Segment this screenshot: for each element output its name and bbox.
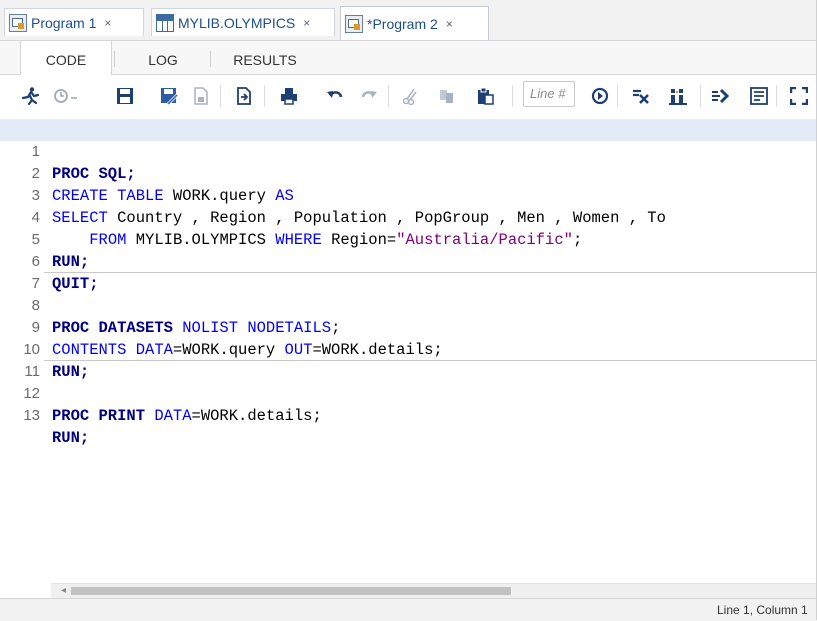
toolbar-separator: [776, 85, 777, 107]
maximize-icon[interactable]: [790, 85, 817, 107]
cut-icon[interactable]: [400, 85, 422, 107]
copy-icon[interactable]: [436, 85, 458, 107]
tab-label: Program 1: [31, 14, 97, 31]
program-icon: [345, 14, 363, 33]
close-icon[interactable]: ×: [446, 17, 453, 31]
horizontal-scrollbar[interactable]: ◂: [51, 583, 817, 598]
scroll-left-icon[interactable]: ◂: [61, 585, 66, 596]
tab-label: *Program 2: [367, 15, 438, 32]
editor-toolbar: Line #: [0, 75, 817, 118]
program-icon: [9, 13, 27, 32]
tab-log[interactable]: LOG: [128, 41, 198, 74]
code-line[interactable]: 5 RUN;: [0, 207, 817, 271]
save-icon[interactable]: [114, 85, 136, 107]
close-icon[interactable]: ×: [104, 16, 111, 30]
collapse-icon[interactable]: [748, 85, 770, 107]
toolbar-separator: [700, 85, 701, 107]
close-icon[interactable]: ×: [303, 16, 310, 30]
tab-program-1[interactable]: Program 1 ×: [4, 8, 144, 36]
toolbar-separator: [617, 85, 618, 107]
format-icon[interactable]: [668, 85, 690, 107]
table-icon: [156, 13, 174, 32]
status-bar: Line 1, Column 1: [0, 598, 817, 621]
new-icon[interactable]: [190, 85, 212, 107]
code-editor[interactable]: 1 PROC SQL; 2 CREATE TABLE WORK.query AS…: [0, 117, 817, 583]
code-line[interactable]: 8 PROC DATASETS NOLIST NODETAILS;: [0, 273, 817, 337]
scrollbar-thumb[interactable]: [71, 587, 511, 595]
code-token: RUN;: [52, 429, 90, 447]
code-line[interactable]: 3 SELECT Country , Region , Population ,…: [0, 163, 817, 227]
code-line[interactable]: 9 CONTENTS DATA=WORK.query OUT=WORK.deta…: [0, 295, 817, 359]
run-icon[interactable]: [20, 85, 42, 107]
code-line[interactable]: 12 PROC PRINT DATA=WORK.details;: [0, 361, 817, 425]
code-line[interactable]: 4 FROM MYLIB.OLYMPICS WHERE Region="Aust…: [0, 185, 817, 249]
code-token: PROC PRINT: [52, 407, 146, 425]
history-icon[interactable]: [50, 85, 80, 107]
code-token: DATA: [145, 407, 192, 425]
document-tab-bar: Program 1 × MYLIB.OLYMPICS × *Program 2 …: [0, 0, 817, 41]
tab-code[interactable]: CODE: [20, 41, 112, 75]
code-line[interactable]: 13 RUN;: [0, 383, 817, 447]
toolbar-separator: [512, 85, 513, 107]
code-line[interactable]: 2 CREATE TABLE WORK.query AS: [0, 141, 817, 205]
clear-icon[interactable]: [630, 85, 652, 107]
code-line[interactable]: 1 PROC SQL;: [0, 119, 817, 183]
tab-label: MYLIB.OLYMPICS: [178, 14, 296, 31]
print-icon[interactable]: [278, 85, 300, 107]
import-icon[interactable]: [234, 85, 256, 107]
goto-line-icon[interactable]: [589, 85, 611, 107]
toolbar-separator: [220, 85, 221, 107]
tab-mylib-olympics[interactable]: MYLIB.OLYMPICS ×: [151, 8, 335, 36]
paste-icon[interactable]: [474, 85, 496, 107]
code-line[interactable]: 7: [0, 251, 817, 292]
tab-divider: [210, 51, 211, 67]
toolbar-separator: [264, 85, 265, 107]
line-number-input[interactable]: Line #: [523, 81, 575, 107]
cursor-position: Line 1, Column 1: [717, 603, 808, 617]
redo-icon[interactable]: [358, 85, 380, 107]
tab-results[interactable]: RESULTS: [222, 41, 308, 74]
code-line[interactable]: 10 RUN;: [0, 317, 817, 381]
tab-divider: [114, 51, 115, 67]
editor-sub-tabs: CODE LOG RESULTS: [0, 41, 817, 75]
save-as-icon[interactable]: [158, 85, 180, 107]
undo-icon[interactable]: [324, 85, 346, 107]
code-token: =WORK.details;: [191, 407, 322, 425]
toolbar-separator: [388, 85, 389, 107]
line-number: 13: [23, 407, 40, 424]
code-line[interactable]: 6 QUIT;: [0, 229, 817, 293]
code-line[interactable]: 11: [0, 339, 817, 380]
tab-program-2[interactable]: *Program 2 ×: [340, 6, 489, 40]
snippet-icon[interactable]: [710, 85, 732, 107]
